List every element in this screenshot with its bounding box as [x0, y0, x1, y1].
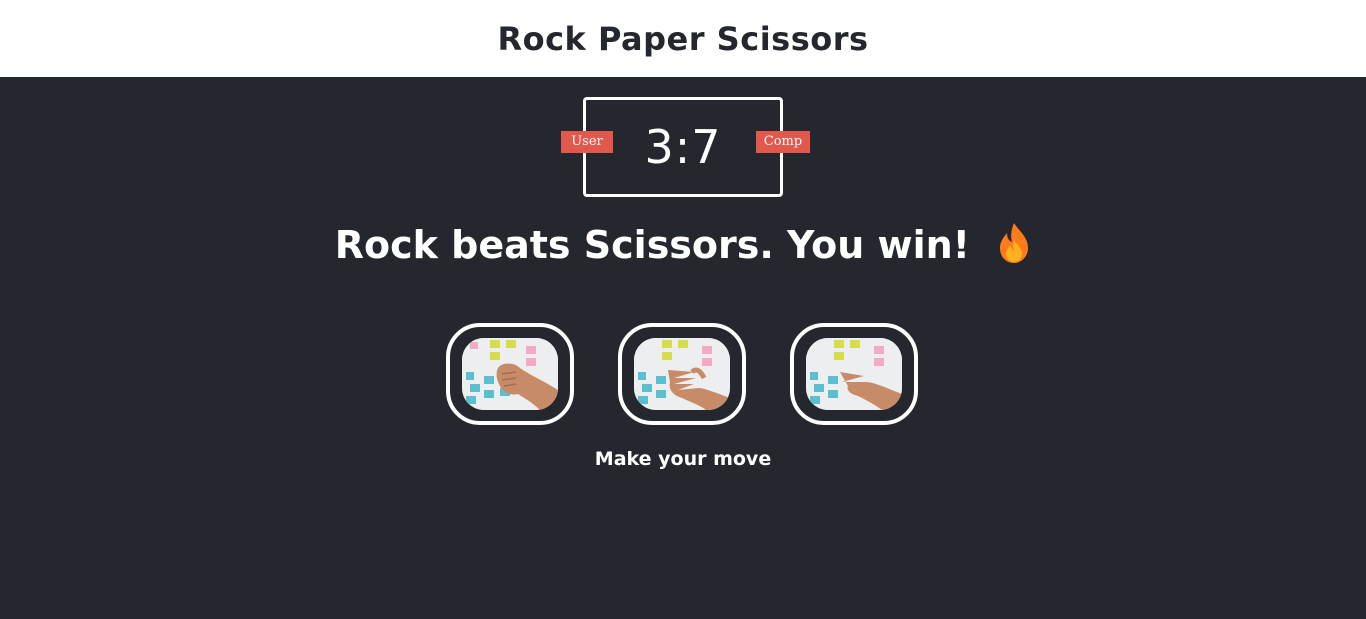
rock-hand-image — [462, 338, 558, 410]
scissors-choice-button[interactable] — [790, 323, 918, 425]
scoreboard: 3:7 — [583, 97, 783, 197]
rock-choice-button[interactable] — [446, 323, 574, 425]
choices — [446, 323, 920, 425]
paper-hand-image — [634, 338, 730, 410]
comp-score-badge: Comp — [756, 131, 810, 153]
flame-icon — [997, 222, 1031, 273]
result-message: Rock beats Scissors. You win! — [0, 222, 1366, 273]
scissors-hand-image — [806, 338, 902, 410]
page-title: Rock Paper Scissors — [497, 19, 869, 58]
score-display: 3:7 — [644, 120, 722, 174]
action-message: Make your move — [594, 448, 772, 470]
result-text: Rock beats Scissors. You win! — [334, 223, 970, 267]
paper-choice-button[interactable] — [618, 323, 746, 425]
header: Rock Paper Scissors — [0, 0, 1366, 77]
user-score-badge: User — [561, 131, 613, 153]
